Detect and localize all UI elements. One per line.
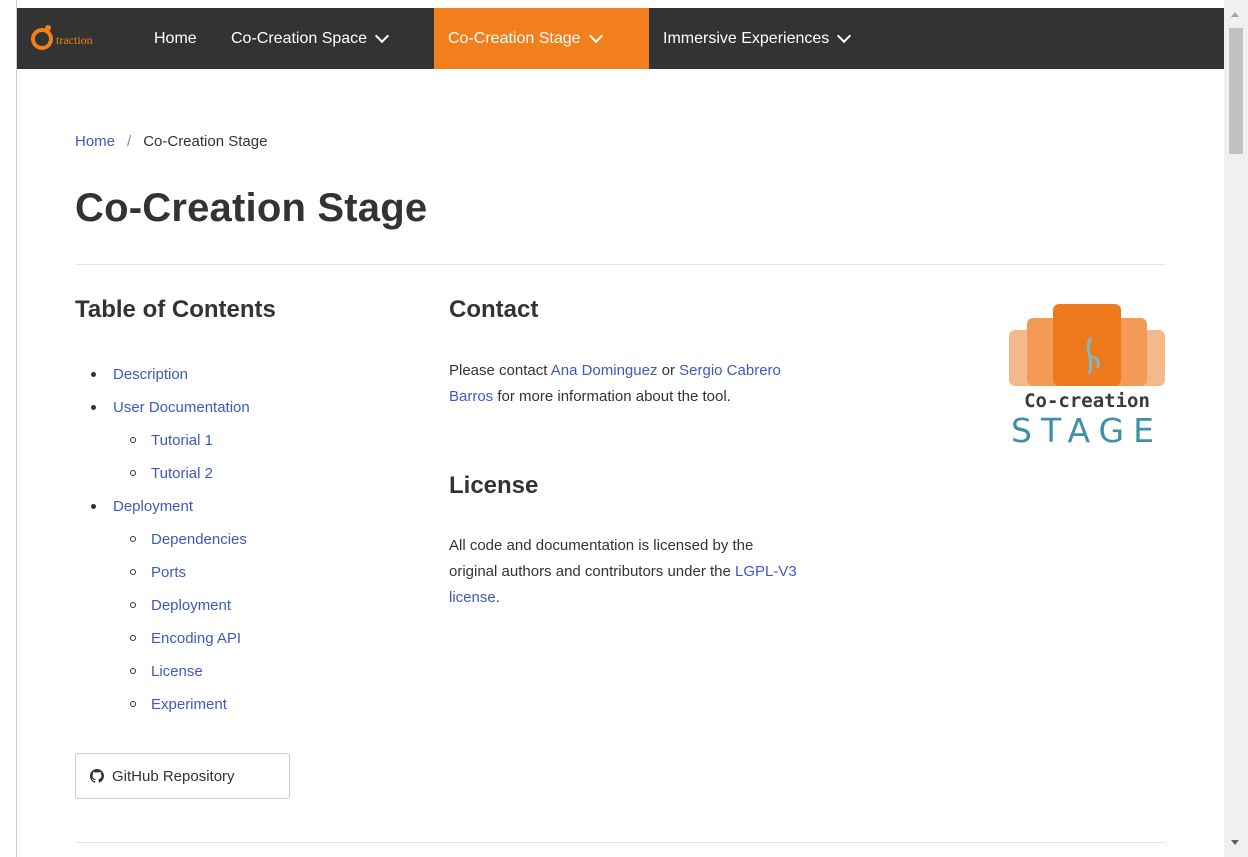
nav-immersive-experiences-label: Immersive Experiences xyxy=(663,29,830,47)
nav-co-creation-space[interactable]: Co-Creation Space xyxy=(217,8,401,69)
toc-link-experiment[interactable]: Experiment xyxy=(151,696,227,713)
chevron-down-icon xyxy=(375,28,390,44)
toc-link-tutorial-1[interactable]: Tutorial 1 xyxy=(151,432,213,449)
toc-subitem: Tutorial 2 xyxy=(113,457,250,490)
toc-link-deployment-sub[interactable]: Deployment xyxy=(151,597,231,614)
breadcrumb-current: Co-Creation Stage xyxy=(143,133,268,150)
toc-link-tutorial-2[interactable]: Tutorial 2 xyxy=(151,465,213,482)
contact-text-part: for more information about the tool. xyxy=(493,388,731,405)
contact-title: Contact xyxy=(449,296,539,323)
license-text-part: All code and documentation is licensed b… xyxy=(449,537,754,580)
brand-text: traction xyxy=(56,33,93,47)
toc-item-description: Description xyxy=(75,358,250,391)
toc-link-description[interactable]: Description xyxy=(113,366,188,383)
contact-text: Please contact Ana Dominguez or Sergio C… xyxy=(449,358,799,410)
toc-subitem: Dependencies xyxy=(113,523,250,556)
toc-title: Table of Contents xyxy=(75,296,276,323)
scroll-down-arrow-icon[interactable] xyxy=(1231,840,1239,845)
toc-sublist: Dependencies Ports Deployment Encoding A… xyxy=(113,523,250,721)
page-viewport: traction Home Co-Creation Space Co-Creat… xyxy=(17,0,1224,857)
toc-subitem: Deployment xyxy=(113,589,250,622)
table-of-contents: Description User Documentation Tutorial … xyxy=(75,358,250,721)
toc-subitem: License xyxy=(113,655,250,688)
page-title: Co-Creation Stage xyxy=(75,186,428,230)
github-icon xyxy=(90,769,104,783)
toc-link-ports[interactable]: Ports xyxy=(151,564,186,581)
divider xyxy=(75,842,1166,843)
github-button-label: GitHub Repository xyxy=(112,767,235,785)
scrollbar-thumb[interactable] xyxy=(1229,28,1243,154)
co-creation-stage-logo: Co-creation STAGE xyxy=(1009,304,1165,450)
logo-line-2: STAGE xyxy=(1011,411,1163,450)
toc-item-user-documentation: User Documentation Tutorial 1 Tutorial 2 xyxy=(75,391,250,490)
brand-logo[interactable]: traction xyxy=(31,8,93,69)
toc-link-encoding-api[interactable]: Encoding API xyxy=(151,630,241,647)
breadcrumb: Home / Co-Creation Stage xyxy=(75,133,267,150)
contact-text-part: Please contact xyxy=(449,362,551,379)
toc-sublist: Tutorial 1 Tutorial 2 xyxy=(113,424,250,490)
nav-co-creation-space-label: Co-Creation Space xyxy=(231,29,368,47)
toc-item-deployment: Deployment Dependencies Ports Deployment… xyxy=(75,490,250,721)
contact-link-ana-dominguez[interactable]: Ana Dominguez xyxy=(551,362,658,379)
toc-link-license[interactable]: License xyxy=(151,663,203,680)
nav-home[interactable]: Home xyxy=(140,8,211,69)
license-text-part: . xyxy=(495,589,500,606)
window-left-edge xyxy=(0,0,17,857)
chevron-down-icon xyxy=(588,28,603,44)
contact-text-part: or xyxy=(657,362,680,379)
toc-subitem: Ports xyxy=(113,556,250,589)
nav-immersive-experiences[interactable]: Immersive Experiences xyxy=(649,8,863,69)
traction-logo-icon xyxy=(31,24,53,50)
license-title: License xyxy=(449,472,539,499)
toc-link-user-documentation[interactable]: User Documentation xyxy=(113,399,250,416)
logo-line-1: Co-creation xyxy=(1024,390,1150,412)
scroll-up-arrow-icon[interactable] xyxy=(1231,12,1239,17)
divider xyxy=(75,264,1166,265)
toc-subitem: Encoding API xyxy=(113,622,250,655)
toc-link-deployment[interactable]: Deployment xyxy=(113,498,193,515)
vertical-scrollbar[interactable] xyxy=(1224,0,1248,857)
nav-co-creation-stage[interactable]: Co-Creation Stage xyxy=(434,8,649,69)
toc-subitem: Tutorial 1 xyxy=(113,424,250,457)
top-navbar: traction Home Co-Creation Space Co-Creat… xyxy=(17,8,1224,69)
chevron-down-icon xyxy=(837,28,852,44)
breadcrumb-separator: / xyxy=(127,133,132,150)
license-text: All code and documentation is licensed b… xyxy=(449,533,799,611)
github-repository-button[interactable]: GitHub Repository xyxy=(75,753,290,799)
nav-home-label: Home xyxy=(154,29,197,47)
nav-co-creation-stage-label: Co-Creation Stage xyxy=(448,29,581,47)
toc-link-dependencies[interactable]: Dependencies xyxy=(151,531,247,548)
toc-subitem: Experiment xyxy=(113,688,250,721)
breadcrumb-home-link[interactable]: Home xyxy=(75,133,115,150)
